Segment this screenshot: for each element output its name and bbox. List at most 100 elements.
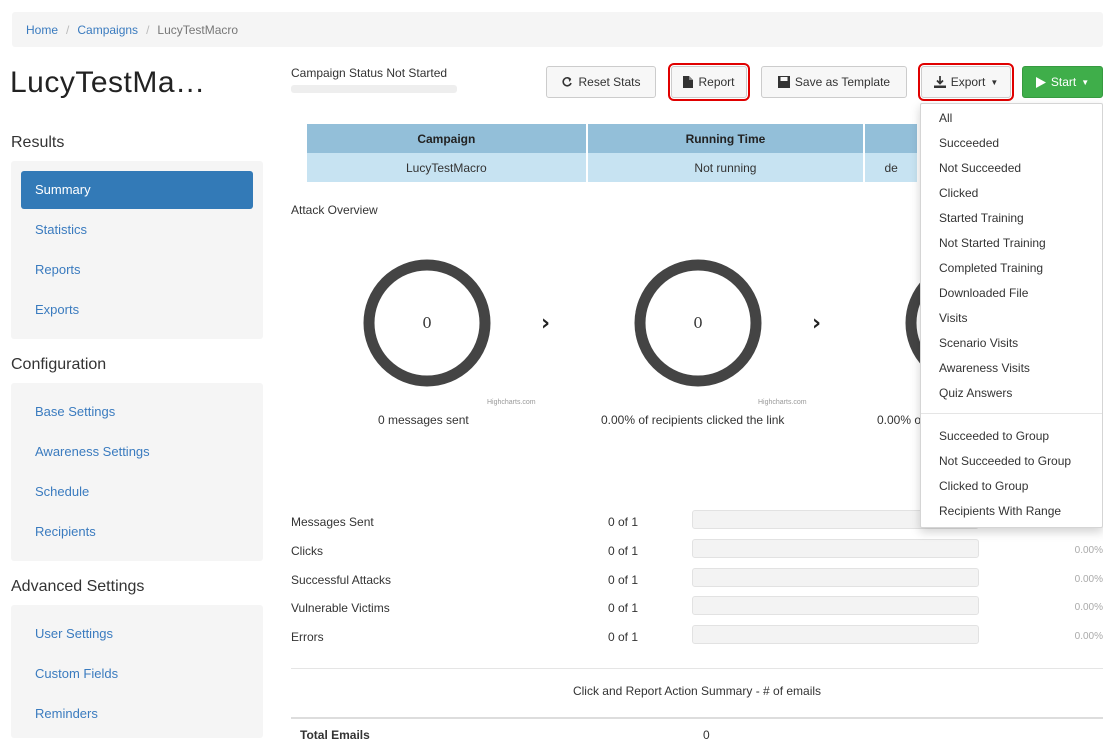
export-menu-divider (921, 413, 1102, 414)
stat-label: Clicks (291, 544, 323, 558)
breadcrumb-separator: / (66, 22, 70, 37)
stat-percent: 0.00% (1074, 574, 1103, 585)
caret-down-icon: ▼ (990, 77, 999, 87)
sidebar-heading-advanced-settings: Advanced Settings (11, 578, 145, 595)
sidebar-item-reports[interactable]: Reports (21, 251, 253, 289)
reset-stats-button[interactable]: Reset Stats (546, 66, 656, 98)
stat-count: 0 of 1 (608, 601, 639, 615)
sidebar-item-exports[interactable]: Exports (21, 291, 253, 329)
export-menu-item-succeeded[interactable]: Succeeded (921, 136, 1102, 150)
stat-percent: 0.00% (1074, 602, 1103, 613)
sidebar-item-statistics[interactable]: Statistics (21, 211, 253, 249)
summary-total-row: Total Emails 0 (291, 717, 1103, 742)
breadcrumb-separator: / (146, 22, 150, 37)
chevron-right-icon: › (812, 311, 822, 336)
donut-caption: 0.00% of recipients clicked the link (601, 413, 785, 427)
sidebar-heading-configuration: Configuration (11, 356, 107, 373)
save-as-template-label: Save as Template (794, 75, 891, 89)
caret-down-icon: ▼ (1081, 77, 1090, 87)
sidebar-item-recipients[interactable]: Recipients (21, 513, 253, 551)
stat-label: Successful Attacks (291, 573, 392, 587)
stat-label: Vulnerable Victims (291, 601, 390, 615)
export-menu-item-all[interactable]: All (921, 111, 1102, 125)
export-button[interactable]: Export ▼ (918, 63, 1014, 101)
chart-credit[interactable]: Highcharts.com (758, 399, 807, 406)
play-icon (1035, 76, 1046, 88)
start-button[interactable]: Start ▼ (1022, 66, 1103, 98)
stat-count: 0 of 1 (608, 515, 639, 529)
chart-credit[interactable]: Highcharts.com (487, 399, 536, 406)
sidebar-item-summary[interactable]: Summary (21, 171, 253, 209)
donut-caption: 0 messages sent (378, 413, 469, 427)
sidebar-item-schedule[interactable]: Schedule (21, 473, 253, 511)
stat-row-clicks: Clicks 0 of 1 0.00% (291, 538, 1103, 566)
table-cell-third: de (865, 153, 917, 182)
export-menu-item-scenario-visits[interactable]: Scenario Visits (921, 336, 1102, 350)
report-button[interactable]: Report (668, 63, 750, 101)
stat-percent: 0.00% (1074, 545, 1103, 556)
export-menu-item-clicked-to-group[interactable]: Clicked to Group (921, 479, 1102, 493)
stat-count: 0 of 1 (608, 573, 639, 587)
export-menu-item-completed-training[interactable]: Completed Training (921, 261, 1102, 275)
summary-total-label: Total Emails (300, 728, 370, 742)
donut-caption: 0.00% o (877, 413, 922, 427)
donut-value: 0 (422, 314, 432, 332)
stat-progress-bar (692, 596, 979, 615)
summary-caption: Click and Report Action Summary - # of e… (572, 684, 822, 698)
stat-row-successful-attacks: Successful Attacks 0 of 1 0.00% (291, 567, 1103, 595)
clicks-donut: 0 (633, 258, 763, 388)
table-header-row: Campaign Running Time (307, 124, 917, 153)
breadcrumb-current: LucyTestMacro (157, 22, 239, 37)
sidebar-item-reminders[interactable]: Reminders (21, 695, 253, 733)
export-menu-item-not-succeeded-to-group[interactable]: Not Succeeded to Group (921, 454, 1102, 468)
sidebar-panel-configuration: Base Settings Awareness Settings Schedul… (11, 383, 263, 561)
export-menu-item-succeeded-to-group[interactable]: Succeeded to Group (921, 429, 1102, 443)
sidebar-item-user-settings[interactable]: User Settings (21, 615, 253, 653)
export-menu-item-started-training[interactable]: Started Training (921, 211, 1102, 225)
summary-total-value: 0 (703, 728, 710, 742)
export-dropdown-menu: All Succeeded Not Succeeded Clicked Star… (920, 103, 1103, 528)
export-menu-item-awareness-visits[interactable]: Awareness Visits (921, 361, 1102, 375)
file-icon (683, 76, 694, 88)
export-menu-item-recipients-with-range[interactable]: Recipients With Range (921, 504, 1102, 518)
export-menu-item-not-succeeded[interactable]: Not Succeeded (921, 161, 1102, 175)
table-cell-campaign: LucyTestMacro (307, 153, 586, 182)
campaign-status-bar (291, 85, 457, 93)
download-icon (933, 76, 946, 88)
save-as-template-button[interactable]: Save as Template (761, 66, 907, 98)
export-menu-item-not-started-training[interactable]: Not Started Training (921, 236, 1102, 250)
export-menu-item-clicked[interactable]: Clicked (921, 186, 1102, 200)
stat-row-vulnerable-victims: Vulnerable Victims 0 of 1 0.00% (291, 595, 1103, 623)
export-menu-item-visits[interactable]: Visits (921, 311, 1102, 325)
stat-label: Messages Sent (291, 515, 374, 529)
campaign-status-text: Campaign Status Not Started (291, 66, 448, 80)
table-row: LucyTestMacro Not running de (307, 153, 917, 182)
stat-progress-bar (692, 539, 979, 558)
export-menu-item-quiz-answers[interactable]: Quiz Answers (921, 386, 1102, 400)
report-label: Report (698, 75, 735, 89)
stat-label: Errors (291, 630, 324, 644)
sidebar-item-custom-fields[interactable]: Custom Fields (21, 655, 253, 693)
sidebar-item-awareness-settings[interactable]: Awareness Settings (21, 433, 253, 471)
campaign-status: Campaign Status Not Started (291, 66, 457, 93)
breadcrumb-home[interactable]: Home (26, 23, 58, 37)
attack-overview-title: Attack Overview (291, 203, 378, 217)
breadcrumb-campaigns[interactable]: Campaigns (77, 23, 138, 37)
sidebar-item-base-settings[interactable]: Base Settings (21, 393, 253, 431)
export-label: Export (950, 75, 986, 89)
donut-value: 0 (693, 314, 703, 332)
stat-percent: 0.00% (1074, 631, 1103, 642)
sidebar-panel-results: Summary Statistics Reports Exports (11, 161, 263, 339)
table-header-third (865, 124, 917, 153)
table-header-running-time: Running Time (587, 124, 864, 153)
export-menu-item-downloaded-file[interactable]: Downloaded File (921, 286, 1102, 300)
section-divider (291, 668, 1103, 669)
campaign-info-table: Campaign Running Time LucyTestMacro Not … (305, 124, 919, 182)
save-icon (777, 76, 790, 88)
stat-progress-bar (692, 568, 979, 587)
breadcrumb: Home / Campaigns / LucyTestMacro (12, 12, 1103, 47)
refresh-icon (562, 77, 573, 87)
chevron-right-icon: › (541, 311, 551, 336)
table-header-campaign: Campaign (307, 124, 586, 153)
page-title: LucyTestMa… (10, 66, 206, 99)
